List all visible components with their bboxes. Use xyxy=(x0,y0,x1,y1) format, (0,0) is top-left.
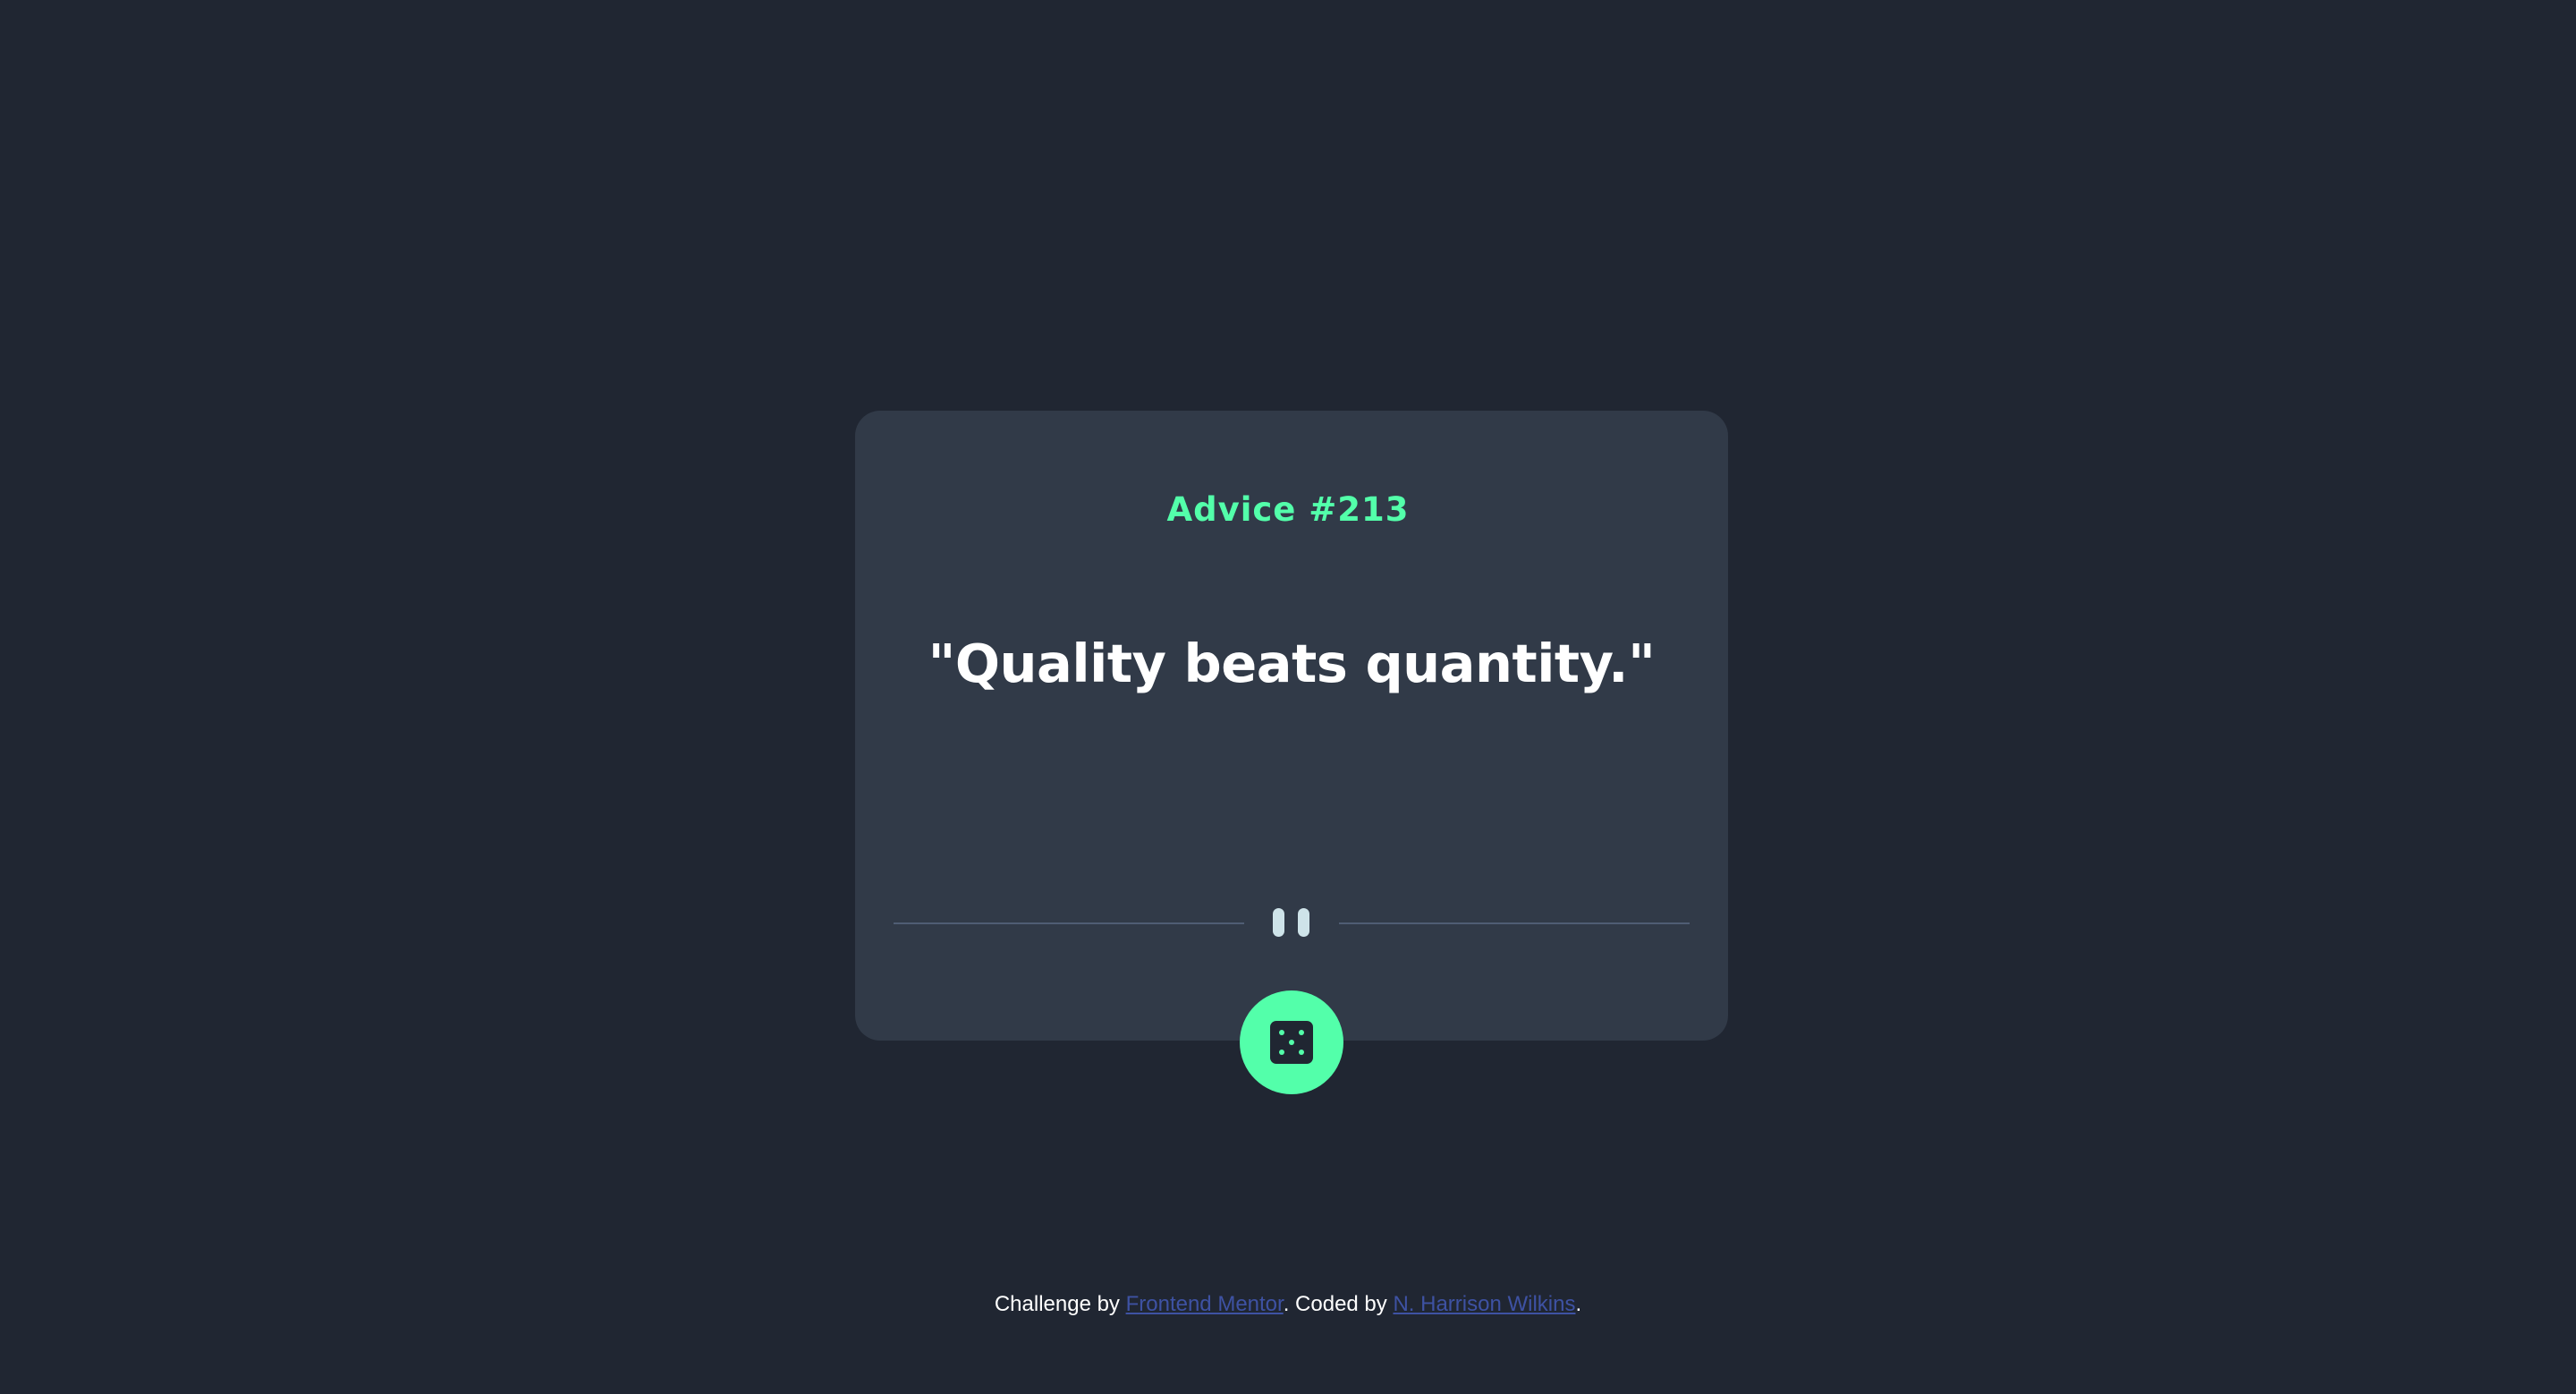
dice-pip xyxy=(1299,1030,1304,1035)
dice-pip xyxy=(1289,1040,1294,1045)
pause-bar-left xyxy=(1273,908,1284,937)
pause-bar-right xyxy=(1298,908,1309,937)
dice-pip xyxy=(1279,1050,1284,1055)
dice-pip xyxy=(1279,1030,1284,1035)
footer-challenge-text: Challenge by xyxy=(994,1292,1126,1316)
divider-line-left xyxy=(894,922,1244,924)
footer-suffix: . xyxy=(1575,1292,1582,1316)
advice-number: Advice #213 xyxy=(1166,490,1410,529)
attribution-footer: Challenge by Frontend Mentor. Coded by N… xyxy=(0,1290,2576,1319)
divider-line-right xyxy=(1339,922,1690,924)
dice-pip xyxy=(1299,1050,1304,1055)
advice-quote: "Quality beats quantity." xyxy=(928,633,1656,694)
generate-advice-button[interactable] xyxy=(1240,990,1343,1094)
frontend-mentor-link[interactable]: Frontend Mentor xyxy=(1126,1292,1284,1316)
author-link[interactable]: N. Harrison Wilkins xyxy=(1393,1292,1575,1316)
footer-coded-text: . Coded by xyxy=(1283,1292,1394,1316)
dice-icon xyxy=(1270,1021,1313,1064)
pause-icon xyxy=(1273,908,1310,937)
page: Advice #213 "Quality beats quantity." Ch… xyxy=(0,0,2576,1394)
